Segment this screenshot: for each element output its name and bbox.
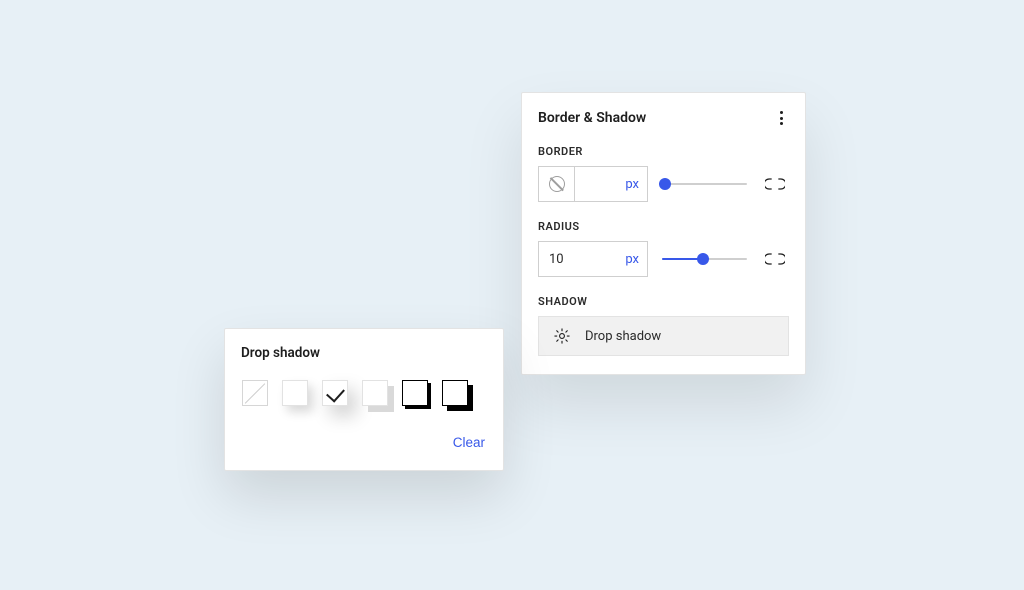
border-width-input[interactable]: px: [538, 166, 648, 202]
shadow-button-label: Drop shadow: [585, 329, 661, 344]
shadow-preset-list: [241, 379, 487, 407]
shadow-preset-black-thin[interactable]: [401, 379, 429, 407]
radius-section-label: RADIUS: [538, 220, 789, 233]
border-color-swatch[interactable]: [539, 167, 575, 201]
radius-number: 10: [549, 252, 564, 267]
shadow-preset-none[interactable]: [241, 379, 269, 407]
more-options-icon[interactable]: [773, 109, 789, 127]
border-width-slider[interactable]: [662, 177, 747, 191]
radius-value[interactable]: 10 px: [539, 242, 647, 276]
link-icon: [765, 252, 785, 266]
shadow-section-label: SHADOW: [538, 295, 789, 308]
radius-row: 10 px: [538, 241, 789, 277]
sun-icon: [553, 327, 571, 345]
panel-title: Border & Shadow: [538, 110, 646, 126]
panel-header: Border & Shadow: [538, 109, 789, 127]
shadow-preset-soft[interactable]: [281, 379, 309, 407]
radius-slider[interactable]: [662, 252, 747, 266]
drop-shadow-popover: Drop shadow Clear: [224, 328, 504, 471]
shadow-preset-black-thick[interactable]: [441, 379, 469, 407]
radius-link-corners-button[interactable]: [761, 245, 789, 273]
border-link-sides-button[interactable]: [761, 170, 789, 198]
radius-unit[interactable]: px: [625, 252, 639, 267]
shadow-preset-medium-selected[interactable]: [321, 379, 349, 407]
link-icon: [765, 177, 785, 191]
border-width-unit[interactable]: px: [625, 177, 639, 192]
popover-title: Drop shadow: [241, 345, 487, 361]
border-row: px: [538, 166, 789, 202]
border-shadow-panel: Border & Shadow BORDER px RADIUS: [521, 92, 806, 375]
border-section-label: BORDER: [538, 145, 789, 158]
radius-input[interactable]: 10 px: [538, 241, 648, 277]
shadow-preset-button[interactable]: Drop shadow: [538, 316, 789, 356]
clear-button[interactable]: Clear: [451, 431, 487, 454]
no-color-icon: [549, 176, 565, 192]
popover-footer: Clear: [241, 431, 487, 454]
border-width-value[interactable]: px: [575, 167, 647, 201]
shadow-preset-gray-offset[interactable]: [361, 379, 389, 407]
